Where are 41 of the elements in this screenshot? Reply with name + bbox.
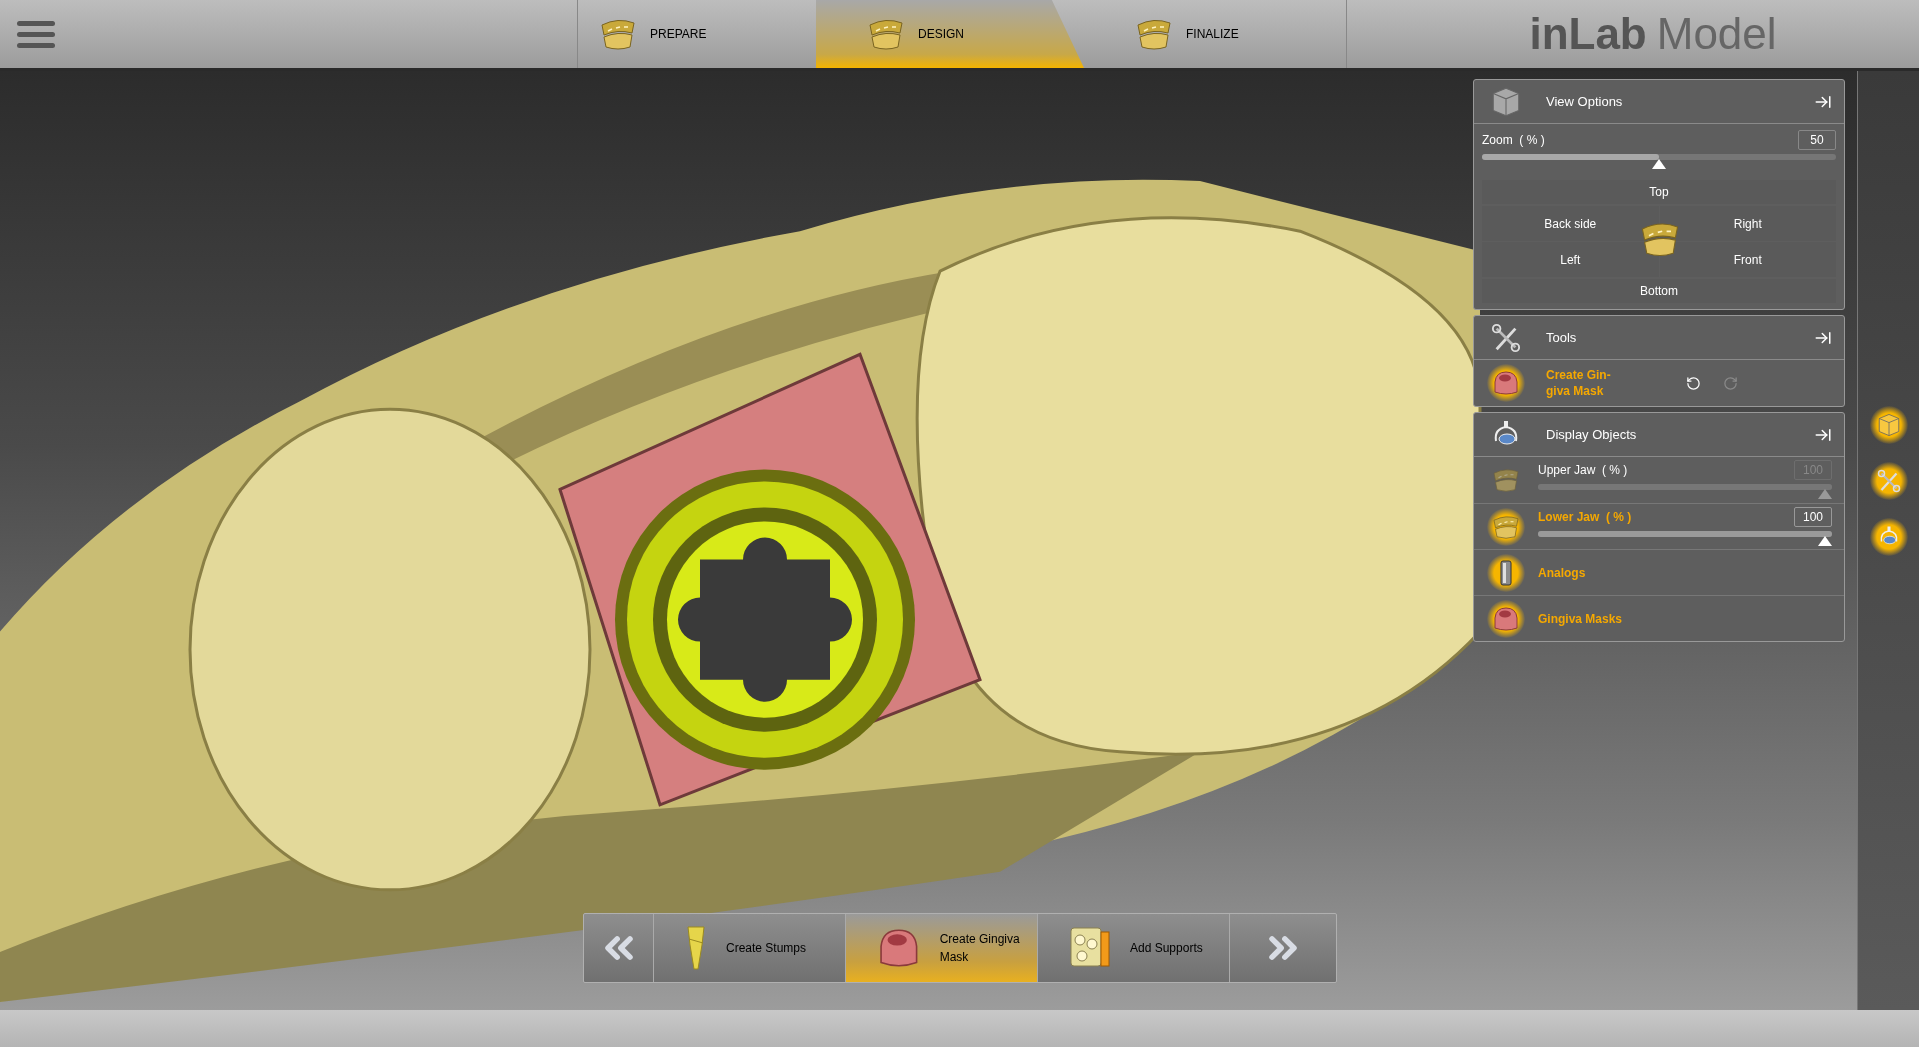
zoom-value-field[interactable]: 50 [1798, 130, 1836, 150]
workflow-tab[interactable]: DESIGN [816, 0, 1084, 68]
jaw-model-icon [598, 17, 638, 51]
step-button[interactable]: Create Gingiva Mask [846, 914, 1038, 982]
view-direction-button[interactable]: Top [1482, 180, 1836, 204]
gingiva-mask-icon [1492, 605, 1520, 632]
view-direction-button[interactable]: Right [1659, 206, 1836, 241]
view-direction-button[interactable]: Front [1659, 242, 1836, 277]
step-button[interactable]: Add Supports [1038, 914, 1230, 982]
zoom-label: Zoom ( % ) [1482, 132, 1545, 149]
menu-button[interactable] [17, 20, 55, 48]
opacity-value-field[interactable]: 100 [1794, 506, 1832, 527]
step-button[interactable]: Create Stumps [654, 914, 846, 982]
undo-button[interactable] [1686, 375, 1701, 391]
view-direction-button[interactable]: Back side [1482, 206, 1659, 241]
stump-icon [684, 923, 708, 973]
object-label: Lower Jaw ( % ) [1538, 508, 1632, 526]
jaw-model-icon [1491, 466, 1521, 494]
object-label: Upper Jaw ( % ) [1538, 462, 1628, 479]
view-direction-button[interactable]: Bottom [1482, 279, 1836, 303]
active-tool-label: Create Gin- giva Mask [1546, 367, 1612, 399]
panel-title: View Options [1546, 92, 1624, 111]
jaw-model-icon [1134, 17, 1174, 51]
analog-cylinder-icon [1498, 558, 1514, 587]
view-direction-button[interactable]: Left [1482, 242, 1659, 277]
gingiva-mask-icon [1492, 370, 1520, 396]
tools-shortcut[interactable] [1869, 462, 1908, 500]
app-product: Model [1656, 12, 1777, 56]
display-objects-shortcut[interactable] [1869, 518, 1908, 556]
view-options-shortcut[interactable] [1869, 406, 1908, 444]
slider[interactable] [1538, 530, 1832, 547]
slider[interactable] [1482, 154, 1836, 170]
slider[interactable] [1538, 484, 1832, 500]
workflow-tab[interactable]: FINALIZE [1084, 0, 1346, 68]
jaw-model-icon [866, 17, 906, 51]
panel-title: Display Objects [1546, 425, 1638, 444]
app-brand: inLab [1529, 12, 1647, 56]
panel-title: Tools [1546, 328, 1578, 347]
3d-viewport[interactable] [0, 71, 1857, 1010]
workflow-tab[interactable]: PREPARE [578, 0, 816, 68]
slider-thumb[interactable] [1818, 489, 1832, 499]
